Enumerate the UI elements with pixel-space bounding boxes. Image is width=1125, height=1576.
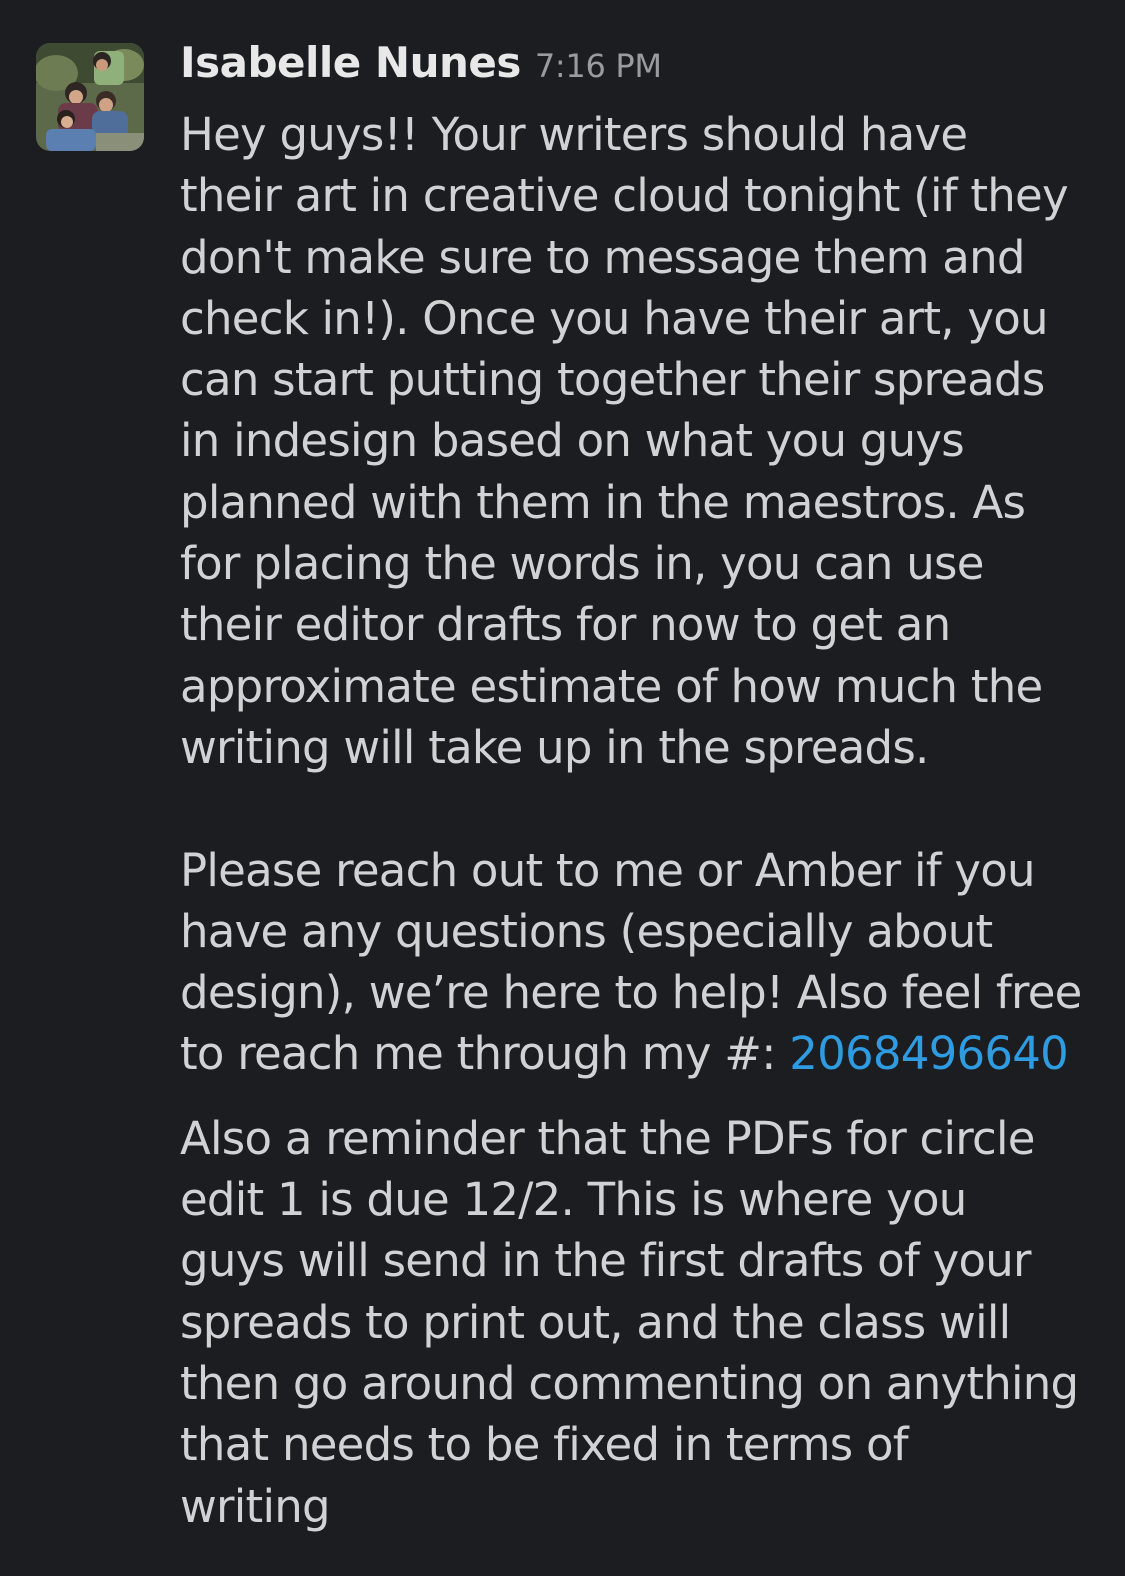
text-line: design), we’re here to help! Also feel f… [180,966,1082,1020]
text-line: writing will take up in the spreads. [180,720,929,774]
text-line: their art in creative cloud tonight (if … [180,169,1069,223]
text-line: their editor drafts for now to get an [180,598,951,652]
text-line: writing [180,1479,331,1533]
message: Isabelle Nunes 7:16 PM Hey guys!! Your w… [0,0,1125,1576]
sender-name[interactable]: Isabelle Nunes [180,38,521,87]
avatar-photo [36,43,144,151]
text-line: check in!). Once you have their art, you [180,291,1049,345]
message-timestamp[interactable]: 7:16 PM [535,47,662,85]
text-line: Hey guys!! Your writers should have [180,108,968,161]
text-line: edit 1 is due 12/2. This is where you [180,1173,967,1227]
text-line: approximate estimate of how much the [180,659,1043,713]
message-header: Isabelle Nunes 7:16 PM [180,38,1090,104]
phone-number-link[interactable]: 2068496640 [789,1027,1069,1080]
text-line: planned with them in the maestros. As [180,475,1026,529]
text-line: Also a reminder that the PDFs for circle [180,1111,1035,1165]
message-content: Isabelle Nunes 7:16 PM Hey guys!! Your w… [180,38,1090,1537]
message-paragraph-3: Also a reminder that the PDFs for circle… [180,1108,1090,1537]
text-line-with-phone: to reach me through my #: 2068496640 [180,1023,1090,1084]
message-paragraph-1: Hey guys!! Your writers should have thei… [180,104,1090,840]
text-line: spreads to print out, and the class will [180,1295,1011,1349]
text-line: for placing the words in, you can use [180,537,984,591]
text-line: don't make sure to message them and [180,230,1025,284]
avatar[interactable] [36,43,144,151]
text-line: have any questions (especially about [180,904,993,958]
message-paragraph-2: Please reach out to me or Amber if you h… [180,840,1090,1085]
text-line: guys will send in the first drafts of yo… [180,1234,1032,1288]
phone-prefix-text: to reach me through my #: [180,1027,790,1081]
text-line: can start putting together their spreads [180,353,1045,407]
text-line: in indesign based on what you guys [180,414,965,468]
text-line: that needs to be fixed in terms of [180,1418,909,1472]
text-line: then go around commenting on anything [180,1356,1079,1410]
text-line: Please reach out to me or Amber if you [180,843,1036,897]
